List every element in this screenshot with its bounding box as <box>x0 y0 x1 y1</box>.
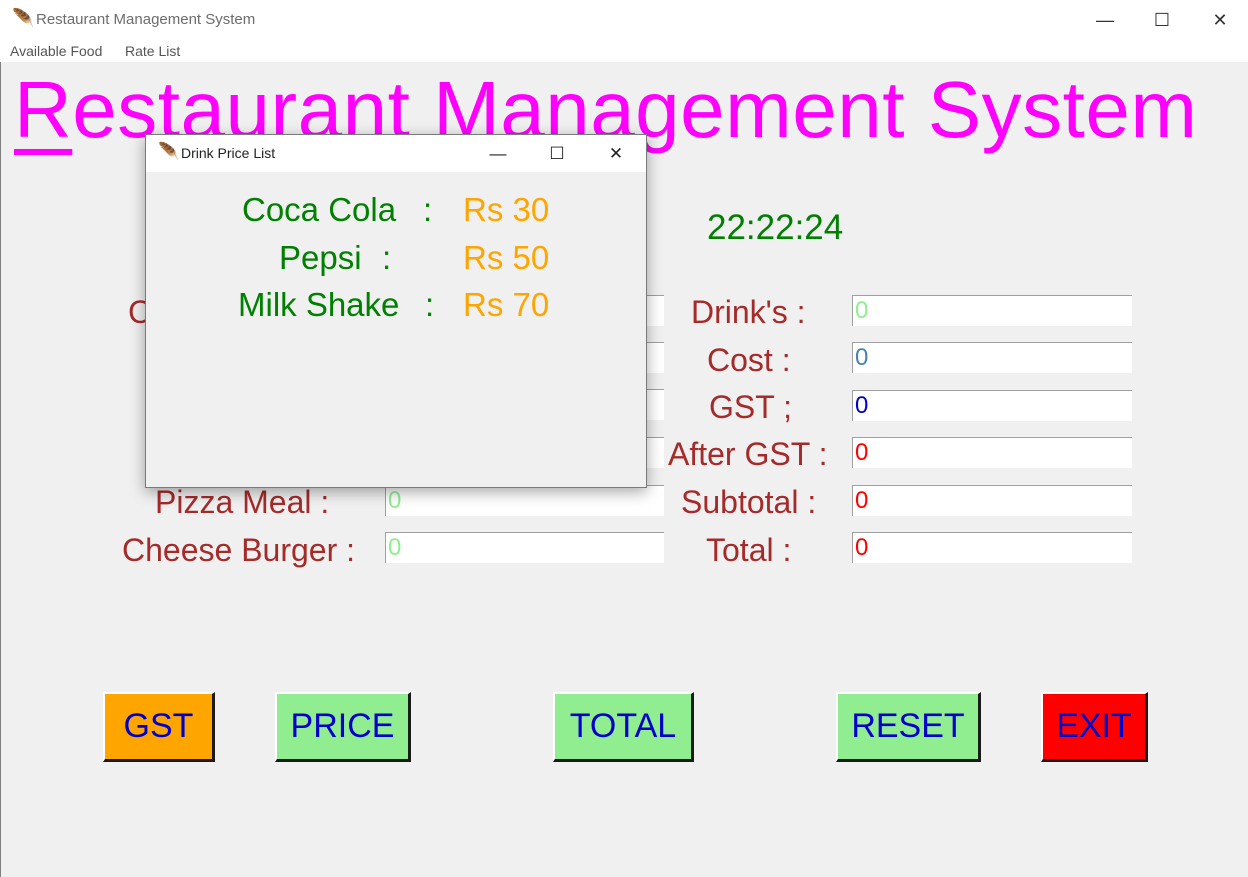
feather-icon: 🪶 <box>158 142 180 161</box>
label-drinks: Drink's : <box>691 294 806 330</box>
cheese-burger-entry[interactable]: 0 <box>385 532 664 563</box>
page-title-first-letter: R <box>14 65 73 154</box>
drink-price-pepsi: Rs 50 <box>463 239 550 276</box>
popup-minimize-button[interactable]: — <box>469 135 527 172</box>
label-after-gst: After GST : <box>668 436 828 472</box>
cost-entry[interactable]: 0 <box>852 342 1132 373</box>
total-entry[interactable]: 0 <box>852 532 1132 563</box>
popup-maximize-button[interactable]: ☐ <box>528 135 586 172</box>
after-gst-entry[interactable]: 0 <box>852 437 1132 468</box>
drink-price-milk-shake: Rs 70 <box>463 286 550 323</box>
separator: : <box>382 239 392 276</box>
pizza-meal-entry[interactable]: 0 <box>385 485 664 516</box>
label-total: Total : <box>706 532 792 568</box>
window-title: Restaurant Management System <box>36 11 256 28</box>
drink-price-coca-cola: Rs 30 <box>463 191 550 228</box>
label-gst: GST ; <box>709 389 792 425</box>
price-button[interactable]: PRICE <box>275 692 411 762</box>
popup-close-button[interactable]: ✕ <box>587 135 645 172</box>
label-cost: Cost : <box>707 342 791 378</box>
drink-name-milk-shake: Milk Shake <box>238 286 400 323</box>
popup-title: Drink Price List <box>181 145 276 161</box>
drink-price-list-window: 🪶 Drink Price List — ☐ ✕ Coca Cola : Rs … <box>145 134 647 488</box>
drink-name-coca-cola: Coca Cola <box>242 191 397 228</box>
gst-entry[interactable]: 0 <box>852 390 1132 421</box>
feather-icon: 🪶 <box>12 8 35 28</box>
total-button[interactable]: TOTAL <box>553 692 694 762</box>
clock: 22:22:24 <box>707 208 844 247</box>
maximize-button[interactable]: ☐ <box>1133 0 1191 40</box>
label-cheese-burger: Cheese Burger : <box>122 532 356 568</box>
gst-button[interactable]: GST <box>103 692 215 762</box>
exit-button[interactable]: EXIT <box>1041 692 1148 762</box>
drink-name-pepsi: Pepsi <box>279 239 362 276</box>
reset-button[interactable]: RESET <box>836 692 981 762</box>
subtotal-entry[interactable]: 0 <box>852 485 1132 516</box>
menu-rate-list[interactable]: Rate List <box>125 43 180 59</box>
separator: : <box>425 286 435 323</box>
menu-available-food[interactable]: Available Food <box>10 43 102 59</box>
drinks-entry[interactable]: 0 <box>852 295 1132 326</box>
menubar <box>0 40 1248 62</box>
window-border <box>0 62 1 877</box>
label-subtotal: Subtotal : <box>681 484 817 520</box>
close-button[interactable]: ✕ <box>1191 0 1248 40</box>
minimize-button[interactable]: — <box>1076 0 1134 40</box>
separator: : <box>423 191 433 228</box>
label-pizza-meal: Pizza Meal : <box>155 484 330 520</box>
